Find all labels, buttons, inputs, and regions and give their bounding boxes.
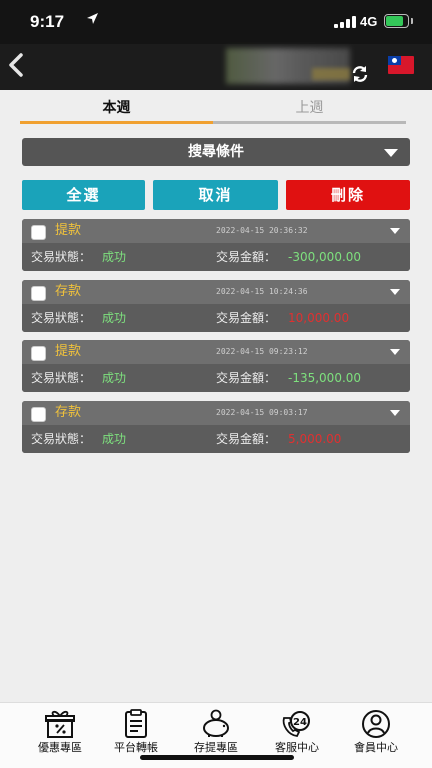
nav-label: 存提專區 bbox=[194, 741, 238, 754]
battery-icon bbox=[384, 14, 409, 28]
status-label: 交易狀態： bbox=[31, 250, 92, 264]
amount-label: 交易金額： bbox=[216, 311, 277, 325]
transaction-record: 存款 2022-04-15 10:24:36 交易狀態： 成功 交易金額： 10… bbox=[22, 280, 410, 332]
record-checkbox[interactable] bbox=[31, 346, 46, 361]
home-indicator bbox=[140, 755, 294, 760]
record-type: 提款 bbox=[55, 344, 82, 359]
record-body: 交易狀態： 成功 交易金額： -300,000.00 bbox=[22, 243, 410, 271]
search-criteria-label: 搜尋條件 bbox=[188, 144, 244, 160]
search-criteria-dropdown[interactable]: 搜尋條件 bbox=[22, 138, 410, 166]
status-value: 成功 bbox=[102, 371, 127, 385]
nav-promotions[interactable]: 優惠專區 bbox=[17, 707, 103, 759]
status-value: 成功 bbox=[102, 432, 127, 446]
chevron-down-icon[interactable] bbox=[390, 410, 400, 416]
record-type: 存款 bbox=[55, 405, 82, 420]
record-checkbox[interactable] bbox=[31, 286, 46, 301]
amount-value: -300,000.00 bbox=[288, 250, 362, 264]
record-header: 提款 2022-04-15 20:36:32 bbox=[22, 219, 410, 243]
back-icon[interactable] bbox=[4, 52, 28, 82]
record-time: 2022-04-15 20:36:32 bbox=[216, 226, 308, 235]
clipboard-icon bbox=[125, 709, 147, 738]
week-tabs: 本週 上週 bbox=[20, 96, 406, 124]
status-label: 交易狀態： bbox=[31, 432, 92, 446]
tab-last-week[interactable]: 上週 bbox=[213, 96, 406, 124]
nav-bar bbox=[0, 44, 432, 90]
amount-value: 5,000.00 bbox=[288, 432, 342, 446]
delete-button[interactable]: 刪除 bbox=[286, 180, 410, 210]
taiwan-flag-icon[interactable] bbox=[388, 56, 414, 74]
chevron-down-icon[interactable] bbox=[390, 289, 400, 295]
blurred-balance bbox=[312, 68, 350, 80]
amount-value: -135,000.00 bbox=[288, 371, 362, 385]
record-time: 2022-04-15 09:03:17 bbox=[216, 408, 308, 417]
status-time: 9:17 bbox=[30, 12, 65, 31]
select-all-button[interactable]: 全選 bbox=[22, 180, 145, 210]
status-label: 交易狀態： bbox=[31, 311, 92, 325]
nav-deposit-withdraw[interactable]: 存提專區 bbox=[173, 707, 259, 759]
status-value: 成功 bbox=[102, 311, 127, 325]
record-time: 2022-04-15 10:24:36 bbox=[216, 287, 308, 296]
nav-label: 客服中心 bbox=[275, 741, 319, 754]
nav-label: 優惠專區 bbox=[38, 741, 82, 754]
chevron-down-icon[interactable] bbox=[390, 228, 400, 234]
battery-cap bbox=[411, 18, 413, 24]
record-header: 存款 2022-04-15 09:03:17 bbox=[22, 401, 410, 425]
user-icon bbox=[362, 710, 390, 738]
record-checkbox[interactable] bbox=[31, 407, 46, 422]
record-body: 交易狀態： 成功 交易金額： 5,000.00 bbox=[22, 425, 410, 453]
cancel-button[interactable]: 取消 bbox=[153, 180, 278, 210]
record-body: 交易狀態： 成功 交易金額： -135,000.00 bbox=[22, 364, 410, 392]
chevron-down-icon bbox=[384, 149, 398, 157]
signal-icon bbox=[334, 16, 356, 28]
transaction-record: 存款 2022-04-15 09:03:17 交易狀態： 成功 交易金額： 5,… bbox=[22, 401, 410, 453]
network-type: 4G bbox=[360, 14, 378, 29]
record-checkbox[interactable] bbox=[31, 225, 46, 240]
amount-value: 10,000.00 bbox=[288, 311, 350, 325]
nav-customer-service[interactable]: 24 客服中心 bbox=[254, 707, 340, 759]
record-type: 存款 bbox=[55, 284, 82, 299]
nav-label: 會員中心 bbox=[354, 741, 398, 754]
tab-this-week[interactable]: 本週 bbox=[20, 96, 213, 124]
record-body: 交易狀態： 成功 交易金額： 10,000.00 bbox=[22, 304, 410, 332]
gift-icon bbox=[45, 710, 75, 738]
chevron-down-icon[interactable] bbox=[390, 349, 400, 355]
record-header: 提款 2022-04-15 09:23:12 bbox=[22, 340, 410, 364]
amount-label: 交易金額： bbox=[216, 250, 277, 264]
flag-canton bbox=[388, 56, 401, 65]
refresh-icon[interactable] bbox=[350, 64, 370, 84]
svg-text:24: 24 bbox=[293, 717, 307, 728]
status-value: 成功 bbox=[102, 250, 127, 264]
record-type: 提款 bbox=[55, 223, 82, 238]
record-header: 存款 2022-04-15 10:24:36 bbox=[22, 280, 410, 304]
transaction-record: 提款 2022-04-15 20:36:32 交易狀態： 成功 交易金額： -3… bbox=[22, 219, 410, 271]
status-bar: 9:17 4G bbox=[0, 0, 432, 44]
amount-label: 交易金額： bbox=[216, 371, 277, 385]
nav-platform-transfer[interactable]: 平台轉帳 bbox=[93, 707, 179, 759]
record-time: 2022-04-15 09:23:12 bbox=[216, 347, 308, 356]
location-arrow-icon bbox=[86, 12, 99, 29]
flag-sun bbox=[392, 58, 397, 63]
transaction-record: 提款 2022-04-15 09:23:12 交易狀態： 成功 交易金額： -1… bbox=[22, 340, 410, 392]
nav-member-center[interactable]: 會員中心 bbox=[333, 707, 419, 759]
status-label: 交易狀態： bbox=[31, 371, 92, 385]
amount-label: 交易金額： bbox=[216, 432, 277, 446]
support-24-icon: 24 bbox=[282, 711, 310, 737]
nav-label: 平台轉帳 bbox=[114, 741, 158, 754]
piggy-bank-icon bbox=[203, 709, 229, 737]
